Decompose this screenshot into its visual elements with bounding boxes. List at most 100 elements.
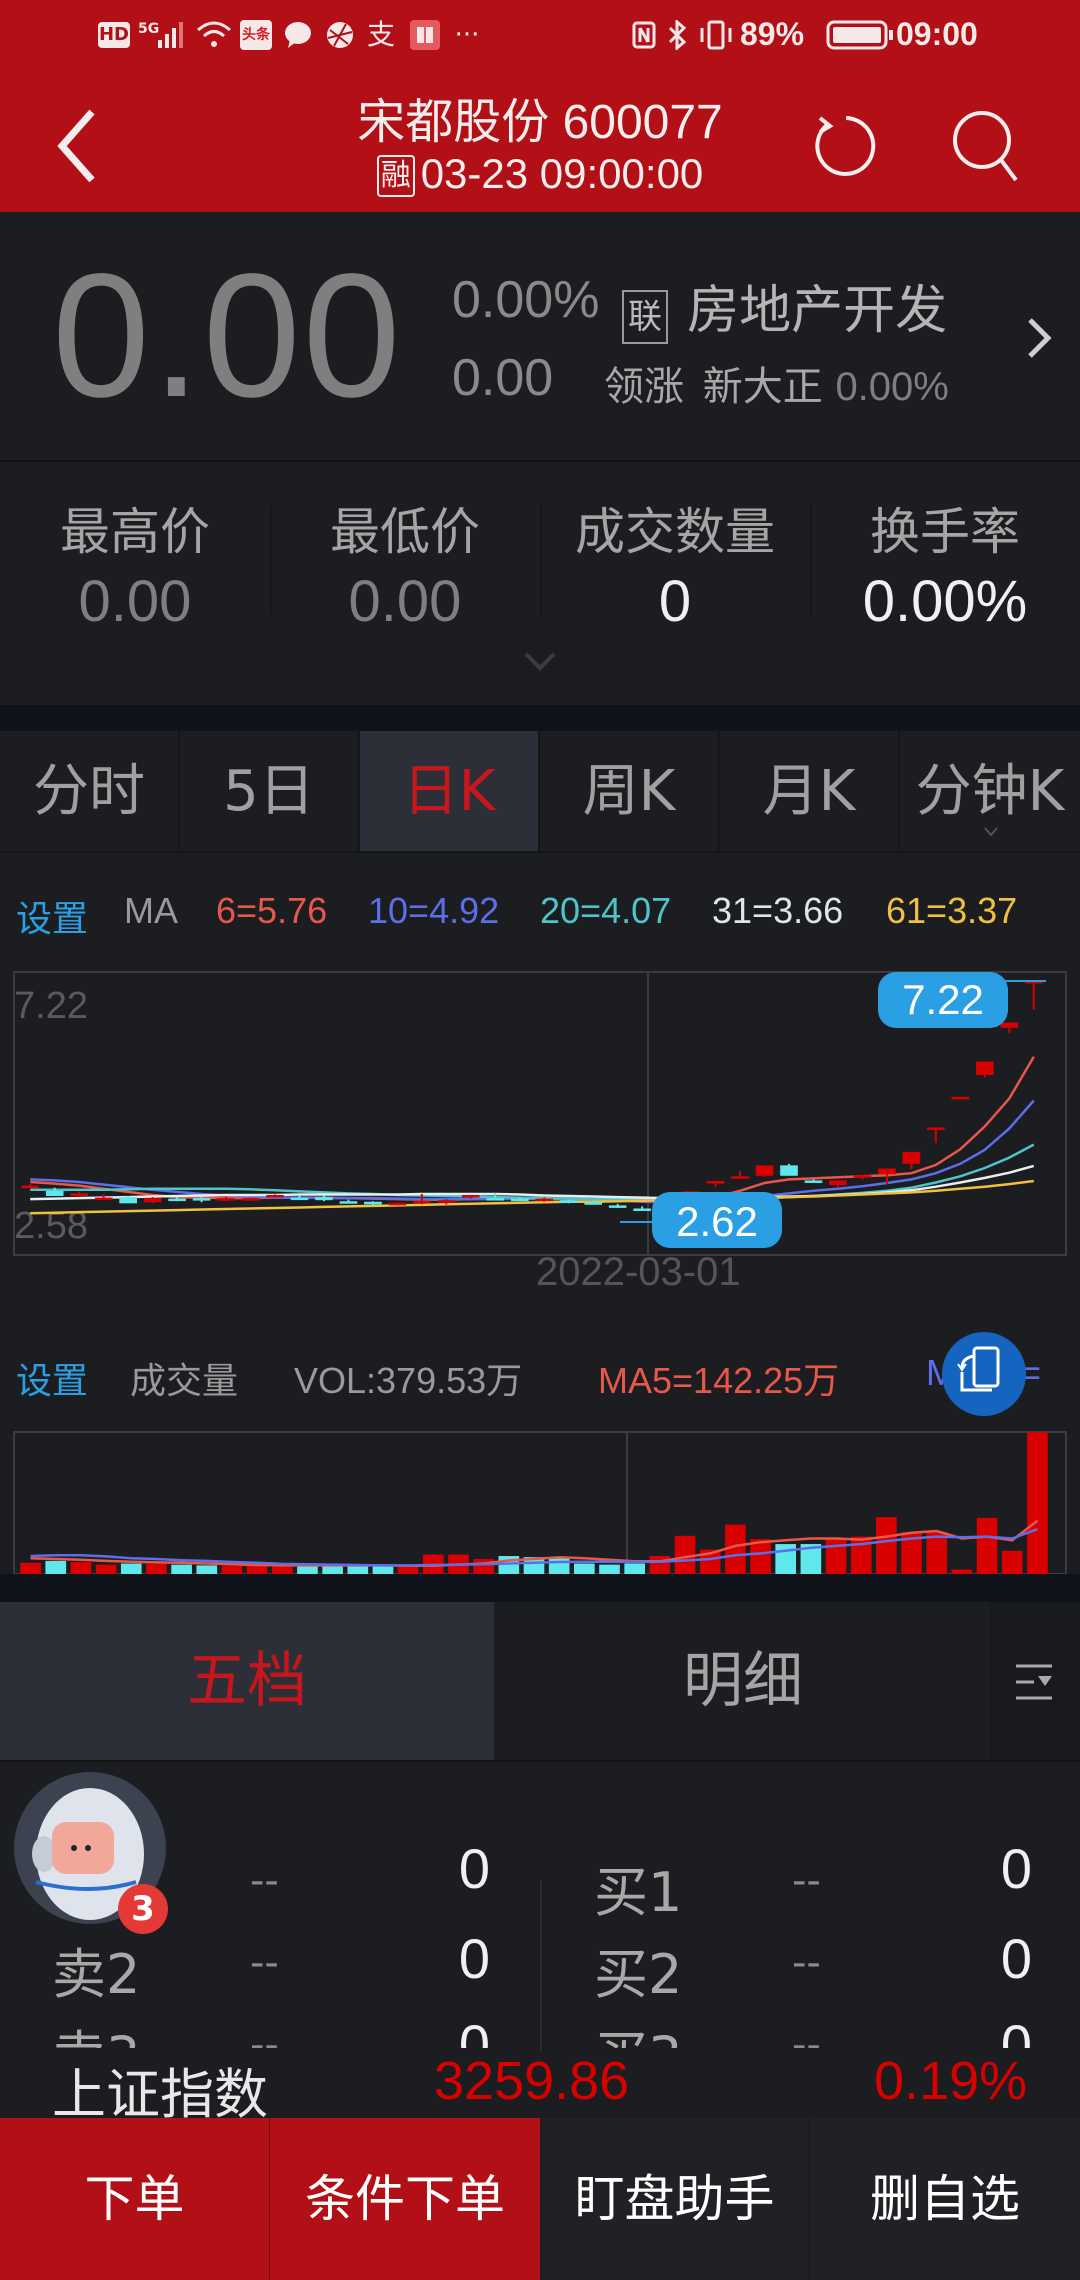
- candle: [1024, 981, 1043, 1010]
- tab-daily-k[interactable]: 日K: [360, 731, 540, 853]
- tab-minute-k[interactable]: 分钟K: [900, 731, 1080, 853]
- candle-body: [780, 1165, 798, 1176]
- volume-bar: [171, 1564, 192, 1574]
- candle: [780, 1163, 798, 1176]
- place-order-button[interactable]: 下单: [0, 2118, 270, 2280]
- x-axis-date-label: 2022-03-01: [536, 1250, 741, 1294]
- change-amount: 0.00: [452, 349, 554, 407]
- candle-body: [731, 1176, 749, 1179]
- remove-watchlist-button[interactable]: 删自选: [810, 2118, 1080, 2280]
- candle-body: [706, 1180, 725, 1184]
- sector-link[interactable]: 联 房地产开发: [622, 268, 947, 344]
- vol-settings-link[interactable]: 设置: [16, 1352, 88, 1404]
- volume-chart[interactable]: [0, 1420, 1080, 1580]
- candle-body: [902, 1151, 921, 1164]
- volume-bar: [876, 1517, 897, 1574]
- candle-body: [608, 1205, 627, 1208]
- candle: [975, 1061, 994, 1078]
- candlestick-chart[interactable]: 7.22 2.58 2022-03-01 7.22 2.62: [0, 960, 1080, 1300]
- candle-body: [45, 1190, 64, 1197]
- tab-trade-detail[interactable]: 明细: [496, 1602, 990, 1760]
- ma20-value: 20=4.07: [540, 890, 672, 931]
- candle: [388, 1202, 407, 1206]
- battery-icon: [826, 20, 896, 50]
- volume-bar: [599, 1564, 620, 1574]
- stat-high-label: 最高价: [60, 503, 210, 561]
- clock: 09:00: [896, 16, 978, 52]
- candle: [143, 1197, 162, 1204]
- candle: [559, 1199, 578, 1204]
- candle-body: [951, 1096, 970, 1100]
- tab-five-levels[interactable]: 五档: [0, 1602, 494, 1760]
- candle: [804, 1179, 823, 1183]
- ma-line-ma6: [30, 1056, 1035, 1204]
- divider: [0, 1760, 1080, 1762]
- quote-datetime: 03-23 09:00:00: [420, 150, 704, 197]
- order-book-divider: [540, 1880, 542, 2050]
- assistant-avatar-button[interactable]: 3: [14, 1772, 168, 1934]
- candle-body: [461, 1194, 480, 1198]
- refresh-button[interactable]: [806, 110, 876, 180]
- rotate-screen-button[interactable]: [942, 1332, 1026, 1416]
- ma-settings-link[interactable]: 设置: [16, 890, 88, 942]
- candle: [927, 1127, 945, 1144]
- volume-bar: [548, 1558, 570, 1574]
- volume-bar: [146, 1563, 167, 1574]
- candle-body: [168, 1198, 186, 1202]
- sell-level-volume: 0: [458, 1837, 490, 1900]
- candle: [951, 1096, 970, 1100]
- volume-bar: [20, 1562, 41, 1574]
- sell-level-volume: 0: [458, 1927, 490, 1990]
- volume-bar: [45, 1560, 67, 1574]
- candle-body: [829, 1180, 847, 1186]
- search-button[interactable]: [950, 108, 1022, 184]
- max-marker-label: 7.22: [902, 976, 984, 1023]
- candle-body: [927, 1127, 945, 1130]
- depth-settings-button[interactable]: [990, 1602, 1080, 1760]
- search-icon: [953, 111, 1018, 182]
- candle-body: [975, 1061, 994, 1076]
- candle: [706, 1180, 725, 1187]
- sector-leader: 领涨 新大正 0.00%: [604, 354, 949, 412]
- volume-bar: [1001, 1550, 1023, 1574]
- max-price-marker: 7.22: [878, 972, 1046, 1028]
- tab-weekly-k[interactable]: 周K: [540, 731, 720, 853]
- candle-body: [266, 1194, 284, 1198]
- ma-line-ma10: [30, 1099, 1035, 1204]
- tab-5day[interactable]: 5日: [180, 731, 360, 853]
- candle: [290, 1195, 309, 1201]
- sector-detail-button[interactable]: [1020, 310, 1056, 366]
- app-header: HD 5G 头条 支 ··· 89% 09:00 宋都股份 600077 融 03…: [0, 0, 1080, 212]
- buy-level-volume: 0: [1000, 1837, 1032, 1900]
- tab-minute-k-label: 分钟K: [915, 759, 1065, 824]
- buy-level-label: 买3: [594, 2012, 682, 2048]
- ma10-value: 10=4.92: [368, 890, 500, 931]
- sector-name: 房地产开发: [687, 281, 948, 341]
- index-change-percent: 0.19%: [874, 2051, 1028, 2111]
- index-ticker[interactable]: 上证指数 3259.86 0.19%: [0, 2050, 1080, 2126]
- candle-body: [290, 1197, 309, 1201]
- conditional-order-button[interactable]: 条件下单: [270, 2118, 540, 2280]
- volume-bar: [624, 1563, 646, 1574]
- tab-intraday[interactable]: 分时: [0, 731, 180, 853]
- volume-bar: [95, 1564, 117, 1574]
- expand-stats-button[interactable]: [520, 650, 560, 674]
- watch-assistant-button[interactable]: 盯盘助手: [540, 2118, 810, 2280]
- candle: [853, 1174, 872, 1180]
- sell-level-price: --: [250, 1858, 279, 1904]
- buy-level-label: 买1: [594, 1861, 683, 1924]
- volume-bar: [775, 1544, 797, 1574]
- stat-turnover-label: 换手率: [870, 503, 1020, 561]
- buy-level-price: --: [792, 1858, 821, 1904]
- candle-body: [633, 1208, 651, 1211]
- alipay-icon: 支: [366, 18, 395, 51]
- chevron-right-icon: [1028, 318, 1052, 358]
- volume-bar: [976, 1517, 998, 1574]
- leader-label: 领涨: [604, 364, 684, 410]
- candle-body: [559, 1200, 578, 1203]
- volume-bar: [574, 1563, 595, 1574]
- candle-body: [217, 1198, 235, 1201]
- sell-level-label: 卖2: [52, 1943, 141, 2006]
- tab-monthly-k[interactable]: 月K: [720, 731, 900, 853]
- list-settings-icon: [1016, 1664, 1052, 1700]
